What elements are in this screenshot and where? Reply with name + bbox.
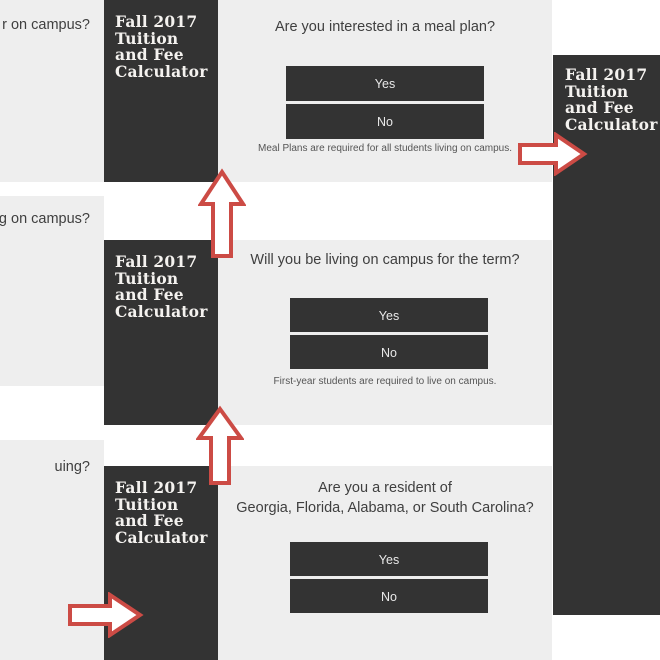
helper-note: First-year students are required to live… bbox=[273, 376, 497, 387]
flow-diagram-canvas: r on campus? g on campus? uing? Fall 201… bbox=[0, 0, 660, 660]
question-text: Are you interested in a meal plan? bbox=[274, 19, 496, 35]
flow-arrow-right-end-icon bbox=[516, 132, 588, 176]
option-button-no[interactable]: No bbox=[286, 104, 484, 139]
question-text: Will you be living on campus for the ter… bbox=[250, 252, 520, 268]
question-text: uing? bbox=[54, 459, 90, 475]
question-line-1: Are you a resident of bbox=[318, 480, 452, 496]
flow-arrow-right-start-icon bbox=[66, 592, 144, 638]
screen-card-clipped-2: g on campus? bbox=[0, 196, 104, 386]
screen-card-living-on-campus: Fall 2017 Tuition and Fee Calculator Wil… bbox=[104, 240, 552, 425]
question-text: Are you a resident of Georgia, Florida, … bbox=[218, 479, 552, 518]
brand-sidebar: Fall 2017 Tuition and Fee Calculator bbox=[104, 0, 218, 182]
brand-sidebar: Fall 2017 Tuition and Fee Calculator bbox=[104, 240, 218, 425]
flow-arrow-up-lower-icon bbox=[198, 168, 246, 260]
brand-line: Calculator bbox=[115, 301, 208, 321]
brand-line: Calculator bbox=[115, 61, 208, 81]
screen-card-residency: Fall 2017 Tuition and Fee Calculator Are… bbox=[104, 466, 552, 660]
brand-line: Calculator bbox=[115, 527, 208, 547]
helper-note: Meal Plans are required for all students… bbox=[257, 143, 513, 154]
option-button-no[interactable]: No bbox=[290, 335, 488, 369]
option-button-no[interactable]: No bbox=[290, 579, 488, 613]
question-text: g on campus? bbox=[0, 211, 90, 227]
option-button-yes[interactable]: Yes bbox=[290, 542, 488, 576]
option-button-yes[interactable]: Yes bbox=[286, 66, 484, 101]
question-text: r on campus? bbox=[2, 17, 90, 33]
screen-card-meal-plan: Fall 2017 Tuition and Fee Calculator Are… bbox=[104, 0, 552, 182]
question-line-2: Georgia, Florida, Alabama, or South Caro… bbox=[236, 499, 534, 516]
flow-arrow-up-upper-icon bbox=[196, 405, 244, 487]
brand-line: Calculator bbox=[565, 114, 658, 134]
option-button-yes[interactable]: Yes bbox=[290, 298, 488, 332]
screen-card-clipped-1: r on campus? bbox=[0, 0, 104, 182]
